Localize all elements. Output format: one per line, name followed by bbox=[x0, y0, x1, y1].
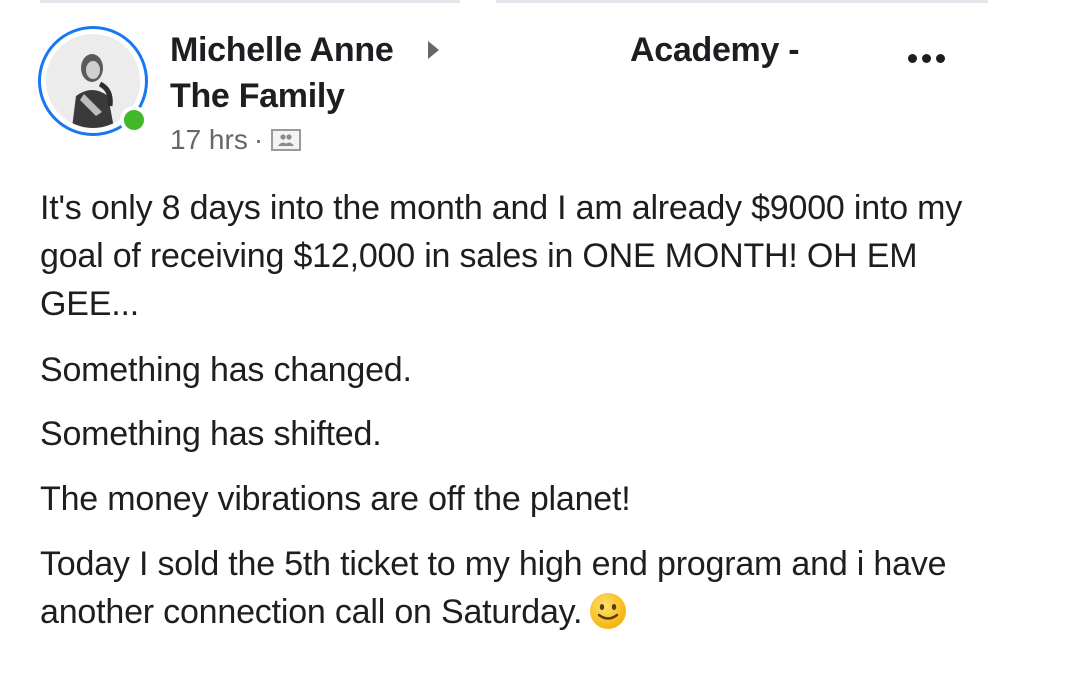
more-options-icon-dot bbox=[935, 53, 945, 63]
more-options-icon-dot bbox=[921, 53, 931, 63]
group-name-link-continued[interactable]: The Family bbox=[170, 74, 345, 118]
post-timestamp-link[interactable]: 17 hrs bbox=[170, 122, 248, 158]
post-paragraph: Something has changed. bbox=[40, 351, 412, 389]
group-audience-icon[interactable] bbox=[271, 129, 302, 151]
group-name-link[interactable]: Academy - bbox=[630, 28, 800, 72]
author-name-link[interactable]: Michelle Anne bbox=[170, 28, 394, 72]
author-avatar[interactable] bbox=[38, 26, 148, 136]
more-options-icon bbox=[907, 53, 917, 63]
post-card: Michelle Anne Academy - The Family 17 hr… bbox=[0, 0, 1092, 674]
online-status-indicator bbox=[120, 106, 148, 134]
slightly-smiling-face-emoji bbox=[590, 593, 627, 629]
post-paragraph-text: Today I sold the 5th ticket to my high e… bbox=[40, 545, 947, 631]
more-options-button[interactable] bbox=[896, 38, 956, 78]
post-paragraph: The money vibrations are off the planet! bbox=[40, 480, 631, 518]
meta-separator: · bbox=[253, 124, 264, 155]
post-paragraph-last: Today I sold the 5th ticket to my high e… bbox=[40, 540, 1000, 636]
audience-glyph bbox=[278, 134, 295, 146]
post-meta: 17 hrs · bbox=[170, 122, 302, 158]
post-paragraph: Something has shifted. bbox=[40, 415, 382, 453]
post-paragraph: It's only 8 days into the month and I am… bbox=[40, 189, 963, 323]
posted-in-arrow-icon bbox=[428, 41, 439, 59]
